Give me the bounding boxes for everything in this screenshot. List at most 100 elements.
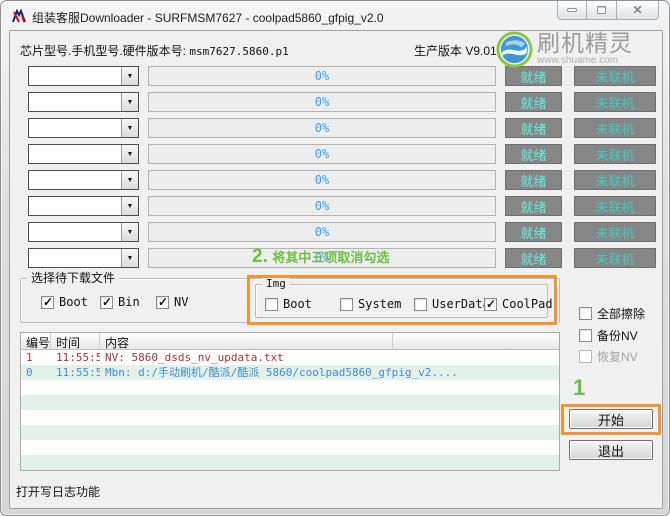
chevron-down-icon[interactable]: ▼ [121,171,138,189]
checkbox-boot[interactable]: Boot [41,295,88,309]
annotation-step1: 1 [573,375,586,400]
checkbox-img-boot[interactable]: Boot [265,297,312,311]
link-status-button[interactable]: 未联机 [574,222,656,242]
column-header-filler [393,333,559,350]
device-row: ▼ 0% 就绪 未联机 [10,92,664,112]
progress-label: 0% [314,95,330,109]
progress-bar: 0% [148,222,496,242]
checkbox-restore-nv: 恢复NV [579,348,638,365]
column-header-time[interactable]: 时间 [51,333,100,350]
maximize-button[interactable] [587,1,617,20]
chevron-down-icon[interactable]: ▼ [121,145,138,163]
exit-button[interactable]: 退出 [569,440,653,460]
firmware-select[interactable]: ▼ [28,248,139,268]
checkbox-icon [414,297,427,311]
progress-label: 0% [314,69,330,83]
chevron-down-icon[interactable]: ▼ [121,93,138,111]
chevron-down-icon[interactable]: ▼ [121,197,138,215]
device-info: 芯片型号.手机型号.硬件版本号: msm7627.5860.p1 [20,42,289,59]
checkbox-icon [41,295,54,309]
ready-status-button[interactable]: 就绪 [505,118,562,138]
shuame-logo: 刷机精灵 www.shuame.com [496,28,664,70]
app-window: 组装客服Downloader - SURFMSM7627 - coolpad58… [0,0,670,516]
start-button[interactable]: 开始 [569,409,653,429]
device-row: ▼ 0% 就绪 未联机 [10,196,664,216]
link-status-button[interactable]: 未联机 [574,170,656,190]
progress-bar: 0% [148,196,496,216]
firmware-select[interactable]: ▼ [28,222,139,242]
log-row[interactable]: 1 11:55:57 NV: 5860_dsds_nv_updata.txt [21,350,559,365]
close-button[interactable]: ✕ [617,1,659,20]
link-status-button[interactable]: 未联机 [574,92,656,112]
checkbox-img-userdata[interactable]: UserData [414,297,490,311]
annotation-step2: 2. 将其中三项取消勾选 [252,246,390,267]
checkbox-bin[interactable]: Bin [100,295,140,309]
chevron-down-icon[interactable]: ▼ [121,249,138,267]
log-row-empty [21,455,559,470]
column-header-content[interactable]: 内容 [100,333,393,350]
progress-label: 0% [314,121,330,135]
firmware-select[interactable]: ▼ [28,170,139,190]
checkbox-icon [156,295,169,309]
status-bar-text: 打开写日志功能 [16,485,101,499]
column-header-id[interactable]: 编号 [21,333,51,350]
client-area: 芯片型号.手机型号.硬件版本号: msm7627.5860.p1 生产版本 V9… [9,30,663,509]
progress-label: 0% [314,199,330,213]
device-row: ▼ 0% 就绪 未联机 [10,222,664,242]
log-table: 编号 时间 内容 1 11:55:57 NV: 5860_dsds_nv_upd… [20,332,560,471]
checkbox-icon [579,329,592,342]
chevron-down-icon[interactable]: ▼ [121,67,138,85]
progress-bar: 0% [148,144,496,164]
chevron-down-icon[interactable]: ▼ [121,119,138,137]
production-version: 生产版本 V9.01.2 [414,44,507,58]
device-info-value: msm7627.5860.p1 [189,45,289,58]
checkbox-nv[interactable]: NV [156,295,188,309]
progress-bar: 0% [148,170,496,190]
ready-status-button[interactable]: 就绪 [505,170,562,190]
ready-status-button[interactable]: 就绪 [505,92,562,112]
device-row: ▼ 0% 就绪 未联机 [10,144,664,164]
window-title: 组装客服Downloader - SURFMSM7627 - coolpad58… [32,10,384,25]
progress-bar: 0% [148,66,496,86]
log-row[interactable]: 0 11:55:57 Mbn: d:/手动刷机/酷派/酷派 5860/coolp… [21,365,559,380]
group-title: Img [262,277,290,291]
checkbox-img-system[interactable]: System [340,297,401,311]
link-status-button[interactable]: 未联机 [574,118,656,138]
checkbox-erase-all[interactable]: 全部擦除 [579,305,645,322]
minimize-icon [567,8,577,12]
ready-status-button[interactable]: 就绪 [505,144,562,164]
checkbox-icon [484,297,497,311]
maximize-icon [597,6,606,14]
firmware-select[interactable]: ▼ [28,92,139,112]
ready-status-button[interactable]: 就绪 [505,248,562,268]
ready-status-button[interactable]: 就绪 [505,222,562,242]
logo-url: www.shuame.com [537,55,619,66]
img-group: Img Boot System UserData CoolPad [255,277,553,318]
chevron-down-icon[interactable]: ▼ [121,223,138,241]
log-row-empty [21,395,559,410]
ready-status-button[interactable]: 就绪 [505,196,562,216]
app-icon [12,9,26,23]
firmware-select[interactable]: ▼ [28,118,139,138]
minimize-button[interactable] [557,1,587,20]
group-title: 选择待下载文件 [27,271,120,285]
checkbox-icon [579,350,592,363]
progress-bar: 0% [148,118,496,138]
checkbox-backup-nv[interactable]: 备份NV [579,327,638,344]
checkbox-icon [579,307,592,320]
close-icon: ✕ [632,3,643,17]
checkbox-img-coolpad[interactable]: CoolPad [484,297,553,311]
log-table-header: 编号 时间 内容 [21,333,559,350]
device-info-label: 芯片型号.手机型号.硬件版本号: [20,44,187,58]
window-controls: ✕ [557,1,659,20]
firmware-select[interactable]: ▼ [28,196,139,216]
title-bar[interactable]: 组装客服Downloader - SURFMSM7627 - coolpad58… [11,6,549,28]
link-status-button[interactable]: 未联机 [574,248,656,268]
log-row-empty [21,380,559,395]
link-status-button[interactable]: 未联机 [574,196,656,216]
link-status-button[interactable]: 未联机 [574,144,656,164]
firmware-select[interactable]: ▼ [28,66,139,86]
log-row-empty [21,425,559,440]
firmware-select[interactable]: ▼ [28,144,139,164]
progress-label: 0% [314,225,330,239]
